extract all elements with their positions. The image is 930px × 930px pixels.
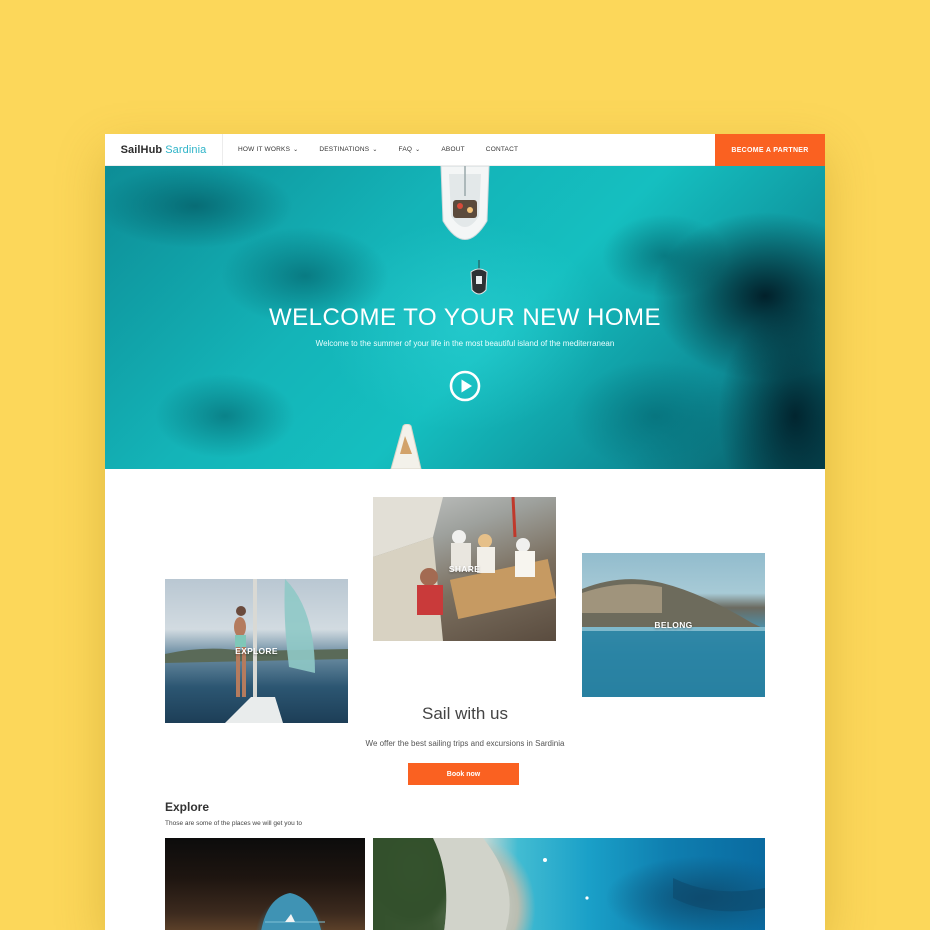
motorboat-image — [390, 424, 422, 469]
book-now-button[interactable]: Book now — [408, 763, 519, 785]
nav-item-label: DESTINATIONS — [319, 146, 370, 153]
cave-photo-image — [261, 893, 325, 930]
explore-photo-card[interactable]: EXPLORE — [165, 579, 348, 723]
hero-banner: WELCOME TO YOUR NEW HOME Welcome to the … — [105, 166, 825, 469]
explore-section-subtitle: Those are some of the places we will get… — [165, 820, 302, 827]
logo-accent-text: Sardinia — [165, 143, 207, 156]
sail-section-subtitle: We offer the best sailing trips and excu… — [365, 739, 565, 748]
sail-section-title: Sail with us — [422, 704, 508, 723]
site-logo[interactable]: SailHub Sardinia — [105, 134, 223, 166]
hero-subtitle: Welcome to the summer of your life in th… — [315, 339, 615, 348]
belong-photo-card[interactable]: BELONG — [582, 553, 765, 697]
belong-label: BELONG — [654, 620, 693, 630]
destination-card-cave[interactable] — [165, 838, 365, 930]
explore-label: EXPLORE — [235, 646, 278, 656]
nav-item-contact[interactable]: CONTACT — [486, 146, 518, 153]
explore-section-title: Explore — [165, 800, 210, 814]
sailboat-image — [440, 166, 490, 240]
nav-item-how-it-works[interactable]: HOW IT WORKS ⌄ — [238, 146, 298, 153]
share-photo-card[interactable]: SHARE — [373, 497, 556, 641]
destination-card-coast[interactable] — [373, 838, 765, 930]
logo-text: SailHub — [120, 143, 163, 156]
nav-item-label: HOW IT WORKS — [238, 146, 291, 153]
website-window: SailHub Sardinia HOW IT WORKS ⌄ DESTINAT… — [105, 134, 825, 930]
chevron-down-icon: ⌄ — [293, 146, 299, 153]
nav-item-faq[interactable]: FAQ ⌄ — [399, 146, 421, 153]
coast-photo-image — [373, 838, 765, 930]
nav-item-label: ABOUT — [441, 146, 465, 153]
nav-item-about[interactable]: ABOUT — [441, 146, 464, 153]
chevron-down-icon: ⌄ — [415, 146, 421, 153]
top-navigation: SailHub Sardinia HOW IT WORKS ⌄ DESTINAT… — [105, 134, 825, 166]
main-menu: HOW IT WORKS ⌄ DESTINATIONS ⌄ FAQ ⌄ ABOU… — [223, 134, 539, 166]
chevron-down-icon: ⌄ — [372, 146, 378, 153]
dinghy-image — [470, 260, 488, 295]
hero-title: WELCOME TO YOUR NEW HOME — [268, 304, 662, 331]
play-circle-icon[interactable] — [449, 370, 481, 402]
nav-item-label: CONTACT — [485, 146, 519, 153]
nav-item-destinations[interactable]: DESTINATIONS ⌄ — [319, 146, 377, 153]
nav-item-label: FAQ — [398, 146, 413, 153]
share-label: SHARE — [448, 564, 481, 574]
become-partner-button[interactable]: BECOME A PARTNER — [715, 134, 825, 166]
